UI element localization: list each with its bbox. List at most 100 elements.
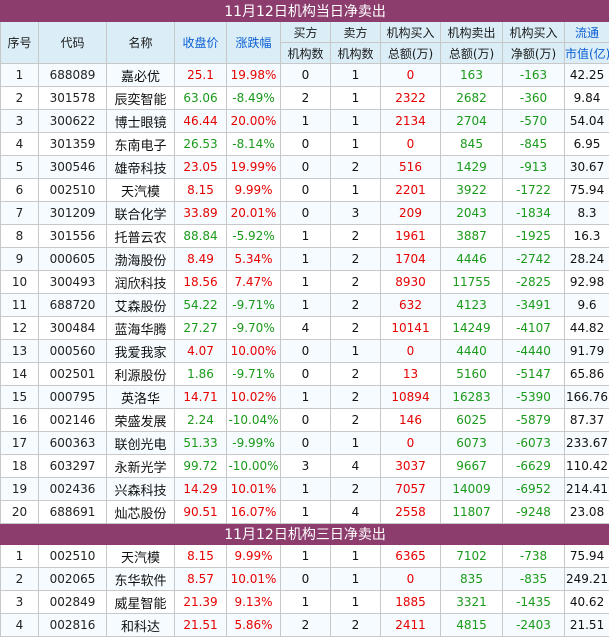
inst-buy-total: 10894 bbox=[381, 386, 441, 409]
inst-buy-total: 2134 bbox=[381, 110, 441, 133]
market-cap: 9.6 bbox=[565, 294, 609, 317]
stock-code: 002501 bbox=[39, 363, 107, 386]
table-row: 8301556托普云农88.84-5.92%1219613887-192516.… bbox=[1, 225, 609, 248]
buyer-count: 0 bbox=[281, 133, 331, 156]
table2-title: 11月12日机构三日净卖出 bbox=[1, 524, 609, 545]
net-amount: -1925 bbox=[503, 225, 565, 248]
net-amount: -5147 bbox=[503, 363, 565, 386]
change-pct: -5.92% bbox=[227, 225, 281, 248]
market-cap: 87.37 bbox=[565, 409, 609, 432]
table-row: 9000605渤海股份8.495.34%1217044446-274228.24 bbox=[1, 248, 609, 271]
stock-code: 300493 bbox=[39, 271, 107, 294]
change-pct: -10.04% bbox=[227, 409, 281, 432]
stock-name: 辰奕智能 bbox=[107, 87, 175, 110]
seller-count: 2 bbox=[331, 409, 381, 432]
change-pct: -8.49% bbox=[227, 87, 281, 110]
inst-sell-total: 14009 bbox=[441, 478, 503, 501]
close-price: 8.57 bbox=[175, 568, 227, 591]
inst-buy-total: 1704 bbox=[381, 248, 441, 271]
row-index: 3 bbox=[1, 110, 39, 133]
header-idx: 序号 bbox=[1, 22, 39, 64]
inst-buy-total: 209 bbox=[381, 202, 441, 225]
row-index: 1 bbox=[1, 64, 39, 87]
net-amount: -913 bbox=[503, 156, 565, 179]
close-price: 88.84 bbox=[175, 225, 227, 248]
stock-code: 301556 bbox=[39, 225, 107, 248]
buyer-count: 0 bbox=[281, 202, 331, 225]
inst-buy-total: 3037 bbox=[381, 455, 441, 478]
stock-code: 300484 bbox=[39, 317, 107, 340]
table-row: 11688720艾森股份54.22-9.71%126324123-34919.6 bbox=[1, 294, 609, 317]
change-pct: 19.98% bbox=[227, 64, 281, 87]
close-price: 25.1 bbox=[175, 64, 227, 87]
inst-sell-total: 2704 bbox=[441, 110, 503, 133]
market-cap: 166.76 bbox=[565, 386, 609, 409]
stock-name: 永新光学 bbox=[107, 455, 175, 478]
inst-sell-total: 6073 bbox=[441, 432, 503, 455]
row-index: 10 bbox=[1, 271, 39, 294]
header-close: 收盘价 bbox=[175, 22, 227, 64]
close-price: 14.29 bbox=[175, 478, 227, 501]
stock-name: 威星智能 bbox=[107, 591, 175, 614]
inst-sell-total: 163 bbox=[441, 64, 503, 87]
stock-name: 东南电子 bbox=[107, 133, 175, 156]
close-price: 90.51 bbox=[175, 501, 227, 524]
buyer-count: 0 bbox=[281, 340, 331, 363]
stock-name: 蓝海华腾 bbox=[107, 317, 175, 340]
close-price: 23.05 bbox=[175, 156, 227, 179]
net-amount: -738 bbox=[503, 545, 565, 568]
market-cap: 16.3 bbox=[565, 225, 609, 248]
seller-count: 4 bbox=[331, 501, 381, 524]
row-index: 8 bbox=[1, 225, 39, 248]
buyer-count: 1 bbox=[281, 294, 331, 317]
buyer-count: 0 bbox=[281, 363, 331, 386]
buyer-count: 3 bbox=[281, 455, 331, 478]
table-row: 16002146荣盛发展2.24-10.04%021466025-587987.… bbox=[1, 409, 609, 432]
inst-buy-total: 10141 bbox=[381, 317, 441, 340]
change-pct: 9.99% bbox=[227, 545, 281, 568]
stock-code: 688089 bbox=[39, 64, 107, 87]
stock-name: 联合化学 bbox=[107, 202, 175, 225]
inst-sell-total: 4123 bbox=[441, 294, 503, 317]
market-cap: 110.42 bbox=[565, 455, 609, 478]
inst-buy-total: 632 bbox=[381, 294, 441, 317]
change-pct: 10.01% bbox=[227, 568, 281, 591]
buyer-count: 0 bbox=[281, 179, 331, 202]
seller-count: 2 bbox=[331, 294, 381, 317]
stock-code: 002065 bbox=[39, 568, 107, 591]
table-row: 13000560我爱我家4.0710.00%0104440-444091.79 bbox=[1, 340, 609, 363]
row-index: 4 bbox=[1, 614, 39, 637]
inst-buy-total: 2558 bbox=[381, 501, 441, 524]
row-index: 15 bbox=[1, 386, 39, 409]
buyer-count: 4 bbox=[281, 317, 331, 340]
buyer-count: 0 bbox=[281, 432, 331, 455]
stock-name: 兴森科技 bbox=[107, 478, 175, 501]
buyer-count: 1 bbox=[281, 225, 331, 248]
row-index: 13 bbox=[1, 340, 39, 363]
market-cap: 21.51 bbox=[565, 614, 609, 637]
inst-buy-total: 2322 bbox=[381, 87, 441, 110]
seller-count: 4 bbox=[331, 455, 381, 478]
seller-count: 2 bbox=[331, 386, 381, 409]
market-cap: 42.25 bbox=[565, 64, 609, 87]
inst-sell-total: 11755 bbox=[441, 271, 503, 294]
inst-sell-total: 3887 bbox=[441, 225, 503, 248]
inst-sell-total: 16283 bbox=[441, 386, 503, 409]
stock-code: 002436 bbox=[39, 478, 107, 501]
inst-sell-total: 5160 bbox=[441, 363, 503, 386]
net-amount: -1435 bbox=[503, 591, 565, 614]
header-cap-a: 流通 bbox=[565, 22, 609, 43]
close-price: 27.27 bbox=[175, 317, 227, 340]
market-cap: 23.08 bbox=[565, 501, 609, 524]
header-inst-sell-a: 机构卖出 bbox=[441, 22, 503, 43]
close-price: 4.07 bbox=[175, 340, 227, 363]
inst-sell-total: 4440 bbox=[441, 340, 503, 363]
row-index: 12 bbox=[1, 317, 39, 340]
net-amount: -1722 bbox=[503, 179, 565, 202]
close-price: 51.33 bbox=[175, 432, 227, 455]
table-row: 1688089嘉必优25.119.98%010163-16342.25 bbox=[1, 64, 609, 87]
buyer-count: 0 bbox=[281, 156, 331, 179]
change-pct: 7.47% bbox=[227, 271, 281, 294]
table-row: 17600363联创光电51.33-9.99%0106073-6073233.6… bbox=[1, 432, 609, 455]
seller-count: 2 bbox=[331, 225, 381, 248]
